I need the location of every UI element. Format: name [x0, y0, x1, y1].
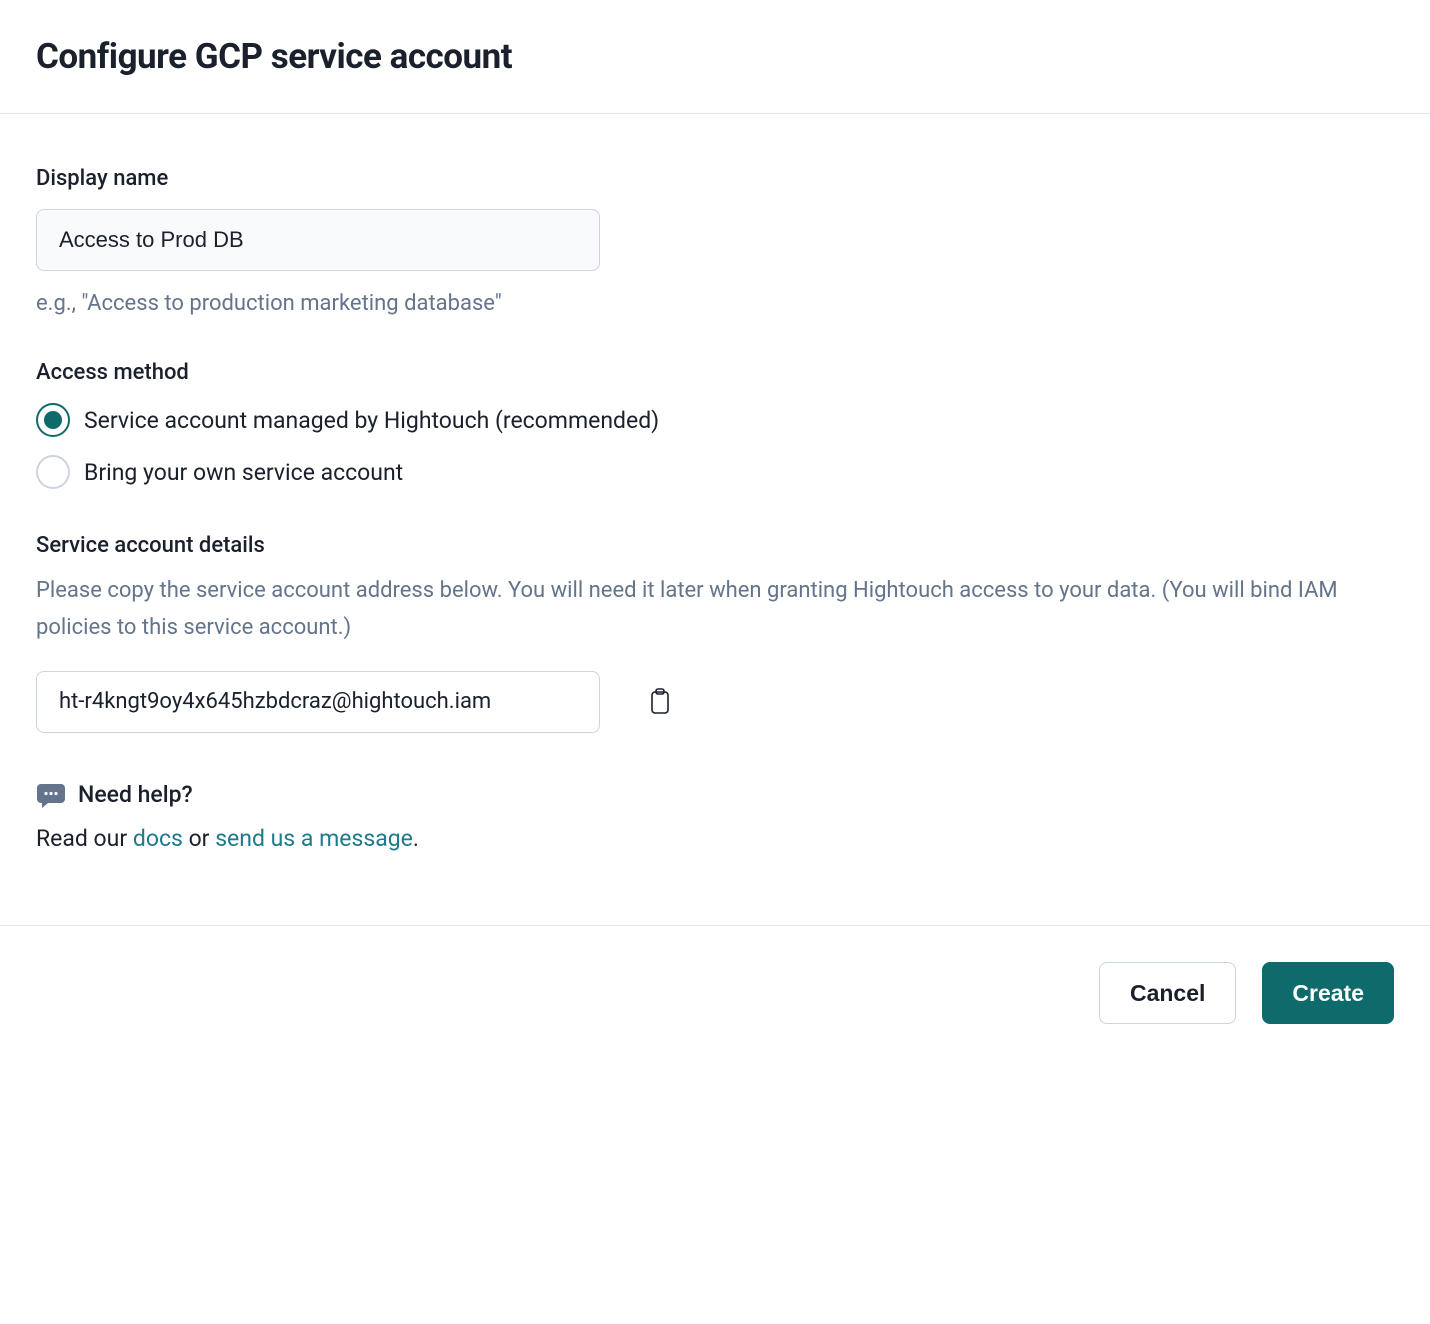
- service-account-address-input[interactable]: ht-r4kngt9oy4x645hzbdcraz@hightouch.iam: [36, 671, 600, 733]
- display-name-input[interactable]: [36, 209, 600, 271]
- chat-icon: [36, 781, 66, 809]
- copy-button[interactable]: [644, 684, 676, 720]
- radio-option-bring-your-own[interactable]: Bring your own service account: [36, 455, 1394, 489]
- display-name-label: Display name: [36, 166, 1394, 191]
- radio-label: Bring your own service account: [84, 459, 403, 486]
- send-message-link[interactable]: send us a message: [215, 825, 413, 852]
- help-body: Read our docs or send us a message.: [36, 825, 1394, 852]
- radio-option-hightouch-managed[interactable]: Service account managed by Hightouch (re…: [36, 403, 1394, 437]
- clipboard-icon: [648, 688, 672, 716]
- docs-link[interactable]: docs: [133, 825, 183, 852]
- page-title: Configure GCP service account: [36, 36, 1394, 77]
- service-account-details-title: Service account details: [36, 533, 1394, 558]
- help-prefix: Read our: [36, 825, 133, 852]
- help-middle: or: [183, 825, 215, 852]
- need-help-title: Need help?: [78, 781, 193, 808]
- service-account-details-description: Please copy the service account address …: [36, 572, 1394, 647]
- radio-icon: [36, 455, 70, 489]
- radio-label: Service account managed by Hightouch (re…: [84, 407, 659, 434]
- help-suffix: .: [413, 825, 419, 852]
- access-method-label: Access method: [36, 360, 1394, 385]
- create-button[interactable]: Create: [1262, 962, 1394, 1024]
- display-name-help: e.g., "Access to production marketing da…: [36, 291, 1394, 316]
- radio-icon: [36, 403, 70, 437]
- cancel-button[interactable]: Cancel: [1099, 962, 1236, 1024]
